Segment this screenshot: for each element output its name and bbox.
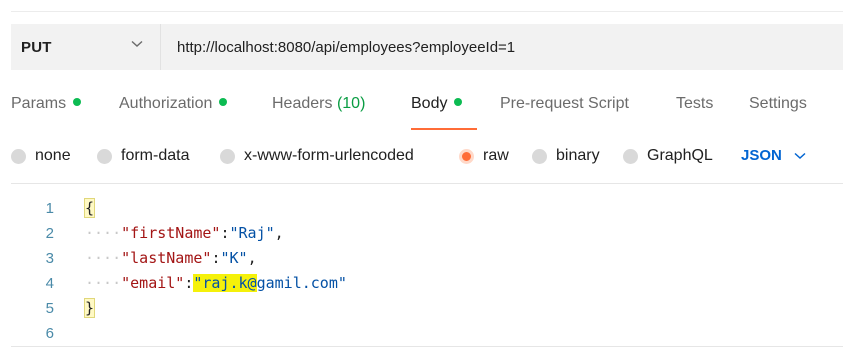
code-text: ····"lastName":"K", <box>85 249 257 267</box>
json-value-highlighted: "raj.k@ <box>193 274 257 292</box>
radio-raw[interactable]: raw <box>459 147 509 165</box>
radio-selected-icon <box>459 148 474 164</box>
json-key: "email" <box>121 274 185 292</box>
tab-pre-request-label: Pre-request Script <box>500 95 629 112</box>
json-key: "lastName" <box>121 249 212 267</box>
code-text: } <box>83 298 96 318</box>
active-tab-indicator <box>411 128 477 130</box>
radio-none[interactable]: none <box>11 147 71 165</box>
code-line: 3 ····"lastName":"K", <box>11 246 843 270</box>
tab-headers[interactable]: Headers (10) <box>272 95 365 113</box>
tab-pre-request-script[interactable]: Pre-request Script <box>500 95 629 113</box>
radio-form-data[interactable]: form-data <box>97 147 189 165</box>
code-line: 4 ····"email":"raj.k@gamil.com" <box>11 271 843 295</box>
editor-divider <box>11 183 843 184</box>
code-line: 2 ····"firstName":"Raj", <box>11 221 843 245</box>
method-label: PUT <box>21 38 52 56</box>
json-key: "firstName" <box>121 224 221 242</box>
radio-binary-label: binary <box>556 147 600 164</box>
line-number: 1 <box>45 199 54 217</box>
editor-bottom-divider <box>11 346 843 347</box>
status-dot-icon <box>219 98 228 106</box>
radio-graphql-label: GraphQL <box>647 147 713 164</box>
radio-circle-icon <box>97 148 112 164</box>
json-value: gamil.com" <box>256 274 347 292</box>
tab-body-label: Body <box>411 95 448 112</box>
radio-circle-icon <box>623 148 638 164</box>
radio-raw-label: raw <box>483 147 509 164</box>
radio-x-www-form-urlencoded[interactable]: x-www-form-urlencoded <box>220 147 414 165</box>
radio-form-data-label: form-data <box>121 147 190 164</box>
line-number: 4 <box>45 274 54 292</box>
headers-count: (10) <box>336 95 366 112</box>
code-line: 5 } <box>11 296 843 320</box>
code-text: ····"firstName":"Raj", <box>85 224 284 242</box>
json-value: "K" <box>220 249 248 267</box>
line-number: 2 <box>45 224 54 242</box>
url-input[interactable]: http://localhost:8080/api/employees?empl… <box>161 39 843 56</box>
code-text: { <box>83 198 96 218</box>
status-dot-icon <box>73 98 82 106</box>
radio-urlencoded-label: x-www-form-urlencoded <box>244 147 414 164</box>
code-line: 6 <box>11 321 843 345</box>
close-brace: } <box>83 298 96 318</box>
chevron-down-icon <box>794 152 806 159</box>
open-brace: { <box>83 198 96 218</box>
line-number: 5 <box>45 299 54 317</box>
code-editor[interactable]: 1 { 2 ····"firstName":"Raj", 3 ····"last… <box>11 196 843 346</box>
tab-body[interactable]: Body <box>411 95 463 113</box>
method-dropdown[interactable]: PUT <box>11 24 161 70</box>
line-number: 6 <box>45 324 54 342</box>
tab-tests-label: Tests <box>676 95 714 112</box>
radio-graphql[interactable]: GraphQL <box>623 147 713 165</box>
line-number: 3 <box>45 249 54 267</box>
tab-params[interactable]: Params <box>11 95 82 113</box>
tab-params-label: Params <box>11 95 67 112</box>
tab-authorization-label: Authorization <box>119 95 213 112</box>
radio-none-label: none <box>35 147 71 164</box>
radio-circle-icon <box>532 148 547 164</box>
top-divider <box>11 11 843 12</box>
format-dropdown[interactable]: JSON <box>741 147 806 164</box>
radio-circle-icon <box>220 148 235 164</box>
format-label: JSON <box>741 147 782 164</box>
tab-tests[interactable]: Tests <box>676 95 713 113</box>
tab-headers-label: Headers <box>272 95 333 112</box>
code-line: 1 { <box>11 196 843 220</box>
request-bar: PUT http://localhost:8080/api/employees?… <box>11 24 843 70</box>
status-dot-icon <box>454 98 463 106</box>
tab-settings[interactable]: Settings <box>749 95 807 113</box>
radio-circle-icon <box>11 148 26 164</box>
tab-authorization[interactable]: Authorization <box>119 95 228 113</box>
tab-settings-label: Settings <box>749 95 807 112</box>
code-text: ····"email":"raj.k@gamil.com" <box>85 274 347 292</box>
json-comma: , <box>274 224 284 242</box>
chevron-down-icon <box>131 40 143 47</box>
json-value: "Raj" <box>229 224 275 242</box>
json-comma: , <box>247 249 257 267</box>
radio-binary[interactable]: binary <box>532 147 600 165</box>
